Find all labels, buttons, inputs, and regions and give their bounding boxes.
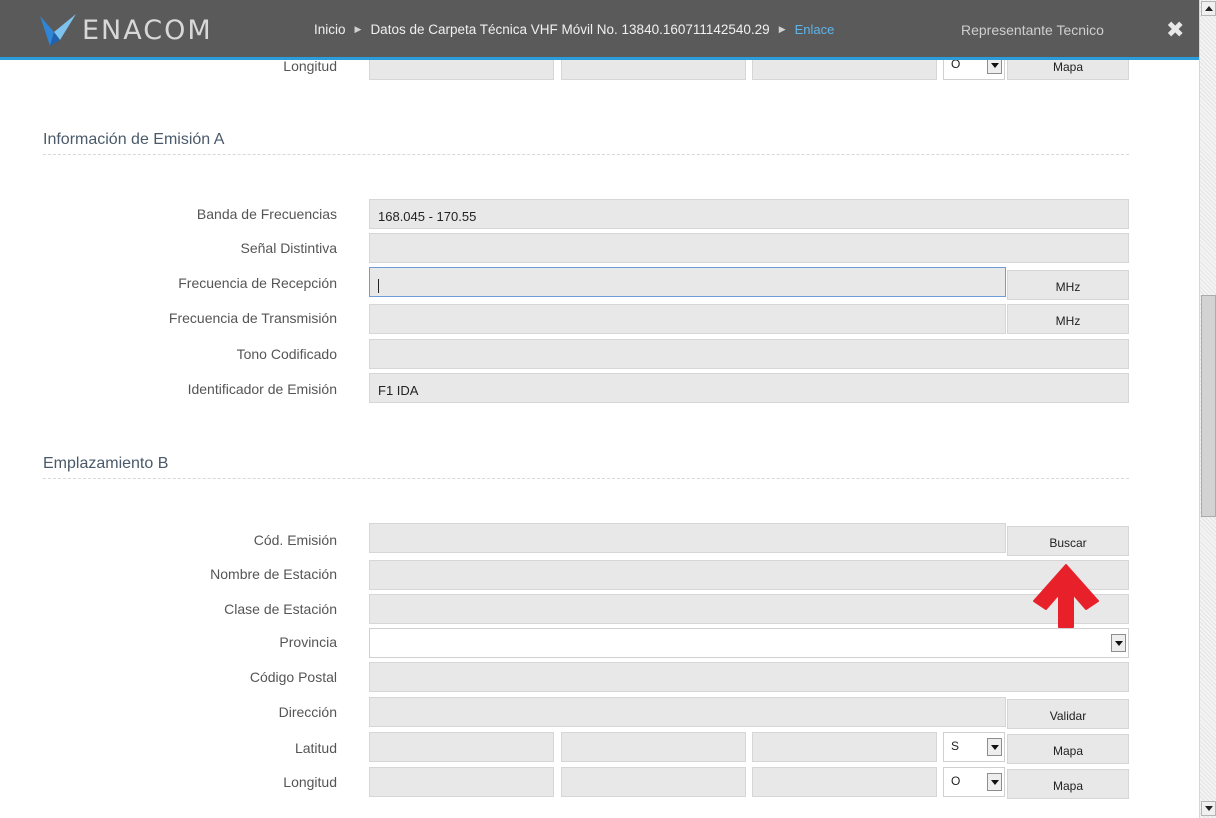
latitud-map-button[interactable]: Mapa — [1007, 734, 1129, 764]
label-longitud: Longitud — [283, 774, 337, 790]
label-frec-transmision: Frecuencia de Transmisión — [168, 310, 337, 326]
text-caret — [378, 278, 379, 293]
label-cod-emision: Cód. Emisión — [253, 532, 337, 548]
logo-text: ENACOM — [82, 14, 213, 46]
breadcrumb-separator-icon: ▶ — [778, 24, 786, 34]
chevron-down-icon[interactable] — [1111, 634, 1126, 652]
tono-codificado-field[interactable] — [369, 339, 1129, 369]
close-icon[interactable]: ✖ — [1166, 17, 1184, 43]
latitud-deg-input[interactable] — [369, 732, 554, 762]
label-latitud: Latitud — [294, 740, 337, 756]
section-title-emision-a: Información de Emisión A — [43, 131, 225, 148]
label-nombre-estacion: Nombre de Estación — [210, 566, 337, 582]
frecuencia-recepcion-input[interactable] — [369, 267, 1006, 297]
nombre-estacion-field[interactable] — [369, 560, 1129, 590]
longitud-map-button[interactable]: Mapa — [1007, 769, 1129, 799]
red-up-arrow-icon — [1033, 564, 1099, 628]
breadcrumb-enlace: Enlace — [794, 22, 835, 37]
label-identificador: Identificador de Emisión — [187, 381, 337, 397]
label-longitud-top: Longitud — [283, 58, 337, 74]
label-clase-estacion: Clase de Estación — [224, 601, 337, 617]
user-role-label[interactable]: Representante Tecnico — [961, 22, 1104, 38]
mhz-transmision-unit: MHz — [1007, 304, 1129, 334]
breadcrumb-separator-icon: ▶ — [354, 24, 362, 34]
banda-frecuencias-value: 168.045 - 170.55 — [378, 209, 477, 224]
direccion-input[interactable] — [369, 697, 1006, 727]
label-frec-recepcion: Frecuencia de Recepción — [178, 275, 337, 291]
vertical-scrollbar[interactable] — [1199, 0, 1216, 818]
latitud-sec-input[interactable] — [752, 732, 937, 762]
section-divider — [43, 154, 1129, 155]
label-tono: Tono Codificado — [236, 346, 337, 362]
banda-frecuencias-field[interactable]: 168.045 - 170.55 — [369, 199, 1129, 229]
validar-button[interactable]: Validar — [1007, 699, 1129, 729]
enacom-logo-icon — [40, 14, 76, 46]
breadcrumb-carpeta[interactable]: Datos de Carpeta Técnica VHF Móvil No. 1… — [370, 22, 769, 37]
scroll-down-arrow-icon[interactable] — [1201, 801, 1216, 816]
form-content: Longitud O Mapa Información de Emisión A… — [0, 0, 1199, 818]
label-banda: Banda de Frecuencias — [196, 206, 337, 222]
codigo-postal-field[interactable] — [369, 662, 1129, 692]
scrollbar-thumb[interactable] — [1201, 295, 1216, 517]
cod-emision-input[interactable] — [369, 523, 1006, 553]
latitud-dir-select[interactable]: S — [943, 732, 1005, 762]
section-title-emplazamiento-b: Emplazamiento B — [43, 455, 169, 472]
latitud-min-input[interactable] — [561, 732, 746, 762]
chevron-down-icon[interactable] — [987, 773, 1002, 791]
buscar-button[interactable]: Buscar — [1007, 526, 1129, 556]
identificador-emision-value: F1 IDA — [378, 383, 419, 398]
clase-estacion-field[interactable] — [369, 594, 1129, 624]
senal-distintiva-field[interactable] — [369, 233, 1129, 263]
label-codigo-postal: Código Postal — [249, 669, 337, 685]
longitud-min-input[interactable] — [561, 767, 746, 797]
scroll-up-arrow-icon[interactable] — [1201, 1, 1216, 16]
enacom-logo[interactable]: ENACOM — [38, 10, 213, 50]
latitud-dir-value: S — [951, 739, 960, 753]
identificador-emision-field[interactable]: F1 IDA — [369, 373, 1129, 403]
mhz-recepcion-unit: MHz — [1007, 270, 1129, 300]
frecuencia-transmision-input[interactable] — [369, 304, 1006, 334]
longitud-sec-input[interactable] — [752, 767, 937, 797]
longitud-dir-select[interactable]: O — [943, 767, 1005, 797]
top-navigation-bar: ENACOM Inicio ▶ Datos de Carpeta Técnica… — [0, 0, 1199, 60]
breadcrumb: Inicio ▶ Datos de Carpeta Técnica VHF Mó… — [314, 22, 834, 37]
provincia-select[interactable] — [369, 628, 1129, 658]
chevron-down-icon[interactable] — [987, 738, 1002, 756]
breadcrumb-inicio[interactable]: Inicio — [314, 22, 346, 37]
longitud-dir-value: O — [951, 774, 961, 788]
label-senal: Señal Distintiva — [240, 240, 338, 256]
section-divider — [43, 478, 1129, 479]
label-provincia: Provincia — [279, 634, 337, 650]
longitud-deg-input[interactable] — [369, 767, 554, 797]
label-direccion: Dirección — [278, 704, 337, 720]
